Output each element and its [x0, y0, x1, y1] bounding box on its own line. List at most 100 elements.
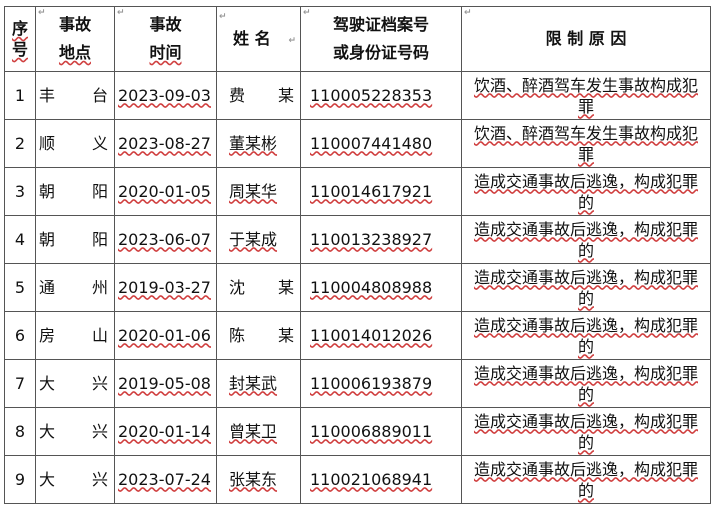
table-row: 7 大兴 2019-05-08 封某武 110006193879 造成交通事故后逃逸，构成…: [4, 359, 711, 408]
license-number: 110006193879: [310, 373, 433, 393]
date-cell: 2019-05-08: [114, 359, 217, 408]
place-char: 丰: [39, 85, 56, 105]
seq-number: 1: [14, 85, 26, 105]
restriction-reason: 饮酒、醉酒驾车发生事故构成犯罪: [473, 75, 698, 116]
accident-date: 2020-01-06: [118, 325, 211, 345]
seq-cell: 7: [4, 359, 36, 408]
reason-cell: 造成交通事故后逃逸，构成犯罪的: [461, 407, 711, 456]
table-row: 6 房山 2020-01-06 陈 某 110014012026 造成交通事故后逃逸，构成犯…: [4, 311, 711, 360]
seq-cell: 1: [4, 71, 36, 120]
license-cell: 110005228353: [300, 71, 462, 120]
name-cell: 于某成: [216, 215, 301, 264]
restriction-reason: 造成交通事故后逃逸，构成犯罪的: [473, 411, 698, 452]
place-cell: 通州: [35, 263, 115, 312]
restriction-reason: 造成交通事故后逃逸，构成犯罪的: [473, 219, 698, 260]
name-cell: 费某: [216, 71, 301, 120]
license-number: 110021068941: [310, 469, 433, 489]
license-number: 110014617921: [310, 181, 433, 201]
restriction-reason: 造成交通事故后逃逸，构成犯罪的: [473, 315, 698, 356]
seq-cell: 2: [4, 119, 36, 168]
seq-cell: 8: [4, 407, 36, 456]
date-cell: 2023-07-24: [114, 455, 217, 504]
person-name: 董某彬: [229, 133, 278, 153]
license-number: 110005228353: [310, 85, 433, 105]
restriction-reason: 造成交通事故后逃逸，构成犯罪的: [473, 267, 698, 308]
header-license: ↵ 驾驶证档案号 或身份证号码: [300, 6, 462, 72]
place-cell: 房山: [35, 311, 115, 360]
restriction-reason: 造成交通事故后逃逸，构成犯罪的: [473, 363, 698, 404]
paragraph-mark-icon: ↵: [303, 8, 311, 18]
date-cell: 2023-08-27: [114, 119, 217, 168]
header-place-line2: 地点: [58, 43, 91, 62]
place-char: 大: [39, 373, 56, 393]
header-seq-label: 序号: [11, 19, 28, 59]
license-cell: 110004808988: [300, 263, 462, 312]
paragraph-mark-icon: ↵: [38, 8, 46, 18]
restriction-reason: 造成交通事故后逃逸，构成犯罪的: [473, 171, 698, 212]
place-char: 顺: [39, 133, 56, 153]
accident-date: 2023-06-07: [118, 229, 211, 249]
person-name: 费: [229, 85, 246, 105]
license-number: 110004808988: [310, 277, 433, 297]
header-row: 序号 ↵ 事故 地点 ↵ 事故 时间 ↵ 姓 名 ↵ ↵ 驾驶证档案号 或身份证…: [4, 6, 711, 72]
table-row: 8 大兴 2020-01-14 曾某卫 110006889011 造成交通事故后逃逸，构成…: [4, 407, 711, 456]
place-cell: 大兴: [35, 359, 115, 408]
person-name: 沈: [229, 277, 246, 297]
accident-date: 2020-01-05: [118, 181, 211, 201]
seq-number: 8: [14, 421, 26, 441]
license-number: 110007441480: [310, 133, 433, 153]
seq-number: 6: [14, 325, 26, 345]
header-seq: 序号: [4, 6, 36, 72]
license-number: 110006889011: [310, 421, 433, 441]
reason-cell: 造成交通事故后逃逸，构成犯罪的: [461, 455, 711, 504]
seq-number: 7: [14, 373, 26, 393]
date-cell: 2020-01-06: [114, 311, 217, 360]
date-cell: 2020-01-05: [114, 167, 217, 216]
accident-date: 2019-05-08: [118, 373, 211, 393]
place-char: 朝: [39, 181, 56, 201]
reason-cell: 造成交通事故后逃逸，构成犯罪的: [461, 215, 711, 264]
place-char: 阳: [91, 181, 108, 201]
place-char: 义: [91, 133, 108, 153]
license-cell: 110013238927: [300, 215, 462, 264]
reason-cell: 造成交通事故后逃逸，构成犯罪的: [461, 167, 711, 216]
place-char: 大: [39, 469, 56, 489]
header-name-label: 姓 名: [233, 29, 271, 48]
person-name: 某: [277, 325, 294, 345]
place-cell: 大兴: [35, 407, 115, 456]
person-name: 周某华: [229, 181, 278, 201]
person-name: 于某成: [229, 229, 278, 249]
date-cell: 2023-09-03: [114, 71, 217, 120]
header-place: ↵ 事故 地点: [35, 6, 115, 72]
header-license-line2: 或身份证号码: [332, 43, 429, 62]
header-time-line1: 事故: [149, 15, 182, 34]
header-time: ↵ 事故 时间: [114, 6, 217, 72]
header-time-line2: 时间: [149, 43, 182, 62]
accident-date: 2019-03-27: [118, 277, 211, 297]
paragraph-mark-icon: ↵: [117, 8, 125, 18]
seq-number: 5: [14, 277, 26, 297]
seq-cell: 4: [4, 215, 36, 264]
table-row: 3 朝阳 2020-01-05 周某华 110014617921 造成交通事故后逃逸，构成…: [4, 167, 711, 216]
seq-cell: 6: [4, 311, 36, 360]
paragraph-mark-icon: ↵: [288, 36, 296, 46]
name-cell: 封某武: [216, 359, 301, 408]
table-row: 4 朝阳 2023-06-07 于某成 110013238927 造成交通事故后逃逸，构成…: [4, 215, 711, 264]
person-name: 陈: [229, 325, 246, 345]
person-name: 张某东: [229, 469, 278, 489]
place-char: 大: [39, 421, 56, 441]
accident-date: 2023-09-03: [118, 85, 211, 105]
seq-number: 9: [14, 469, 26, 489]
license-cell: 110014617921: [300, 167, 462, 216]
seq-cell: 9: [4, 455, 36, 504]
paragraph-mark-icon: ↵: [464, 8, 472, 18]
restriction-reason: 饮酒、醉酒驾车发生事故构成犯罪: [473, 123, 698, 164]
name-cell: 张某东: [216, 455, 301, 504]
place-char: 台: [91, 85, 108, 105]
restriction-table: 序号 ↵ 事故 地点 ↵ 事故 时间 ↵ 姓 名 ↵ ↵ 驾驶证档案号 或身份证…: [4, 6, 711, 504]
accident-date: 2023-08-27: [118, 133, 211, 153]
seq-number: 4: [14, 229, 26, 249]
license-cell: 110014012026: [300, 311, 462, 360]
reason-cell: 造成交通事故后逃逸，构成犯罪的: [461, 359, 711, 408]
name-cell: 曾某卫: [216, 407, 301, 456]
